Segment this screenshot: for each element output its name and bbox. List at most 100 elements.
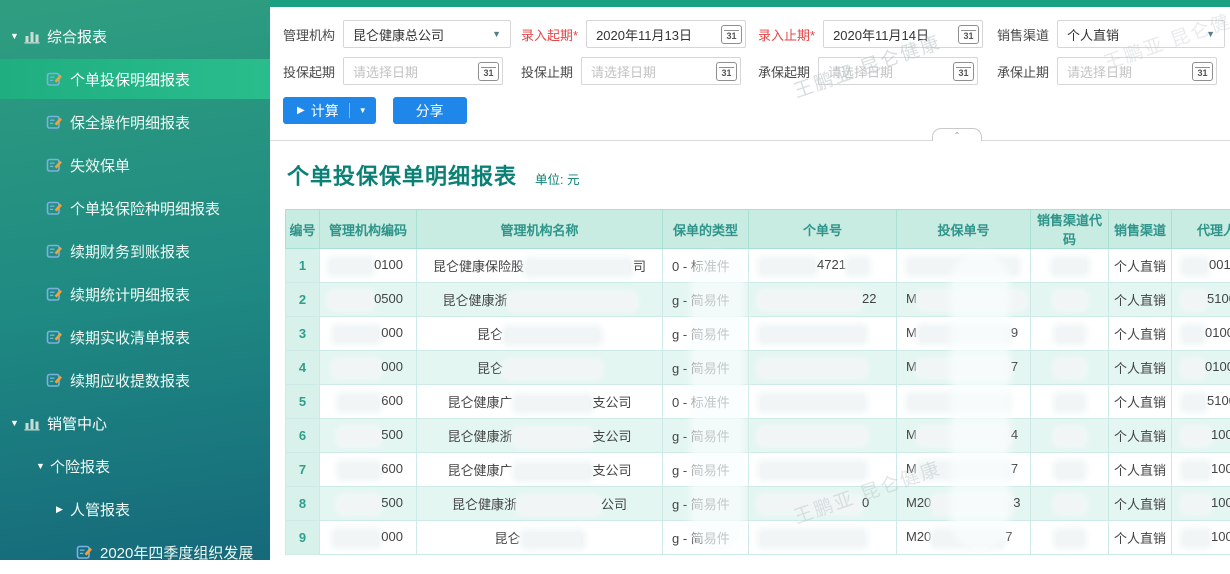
cell-agent: 0100 <box>1172 317 1230 351</box>
calendar-icon[interactable]: 31 <box>478 62 499 81</box>
sidebar-item[interactable]: 续期统计明细报表 <box>0 274 270 314</box>
sidebar-item-label: 失效保单 <box>70 155 130 176</box>
org-select[interactable]: 昆仑健康总公司 ▼ <box>343 20 511 48</box>
redacted-value <box>1183 429 1209 444</box>
table-row[interactable]: 5600昆仑健康广支公司0 - 标准件个人直销5100 <box>286 385 1230 419</box>
table-wrap: 编号管理机构编码管理机构名称保单的类型个单号投保单号销售渠道代码销售渠道代理人1… <box>285 209 1230 555</box>
calendar-icon[interactable]: 31 <box>716 62 737 81</box>
table-row[interactable]: 4000昆仑g - 简易件M7个人直销0100 <box>286 351 1230 385</box>
filter-label: 承保止期 <box>997 62 1049 81</box>
underwrite-start-date-input[interactable]: 请选择日期 31 <box>818 57 978 85</box>
redacted-value <box>919 327 1009 342</box>
toolbar: ▶ 计算 ▼ 分享 <box>283 97 1230 124</box>
redacted-value <box>760 327 865 342</box>
table-row[interactable]: 8500昆仑健康浙公司g - 简易件0M203个人直销100 <box>286 487 1230 521</box>
cell-app_no <box>897 385 1031 419</box>
unit-label: 单位: 元 <box>535 169 579 188</box>
cell-code: 000 <box>320 351 417 385</box>
redacted-value <box>760 531 865 546</box>
cell-agent: 5100 <box>1172 385 1230 419</box>
calendar-icon[interactable]: 31 <box>1192 62 1213 81</box>
column-header: 个单号 <box>749 210 897 249</box>
sidebar-item[interactable]: ▼个险报表 <box>0 446 270 486</box>
sidebar-item[interactable]: 失效保单 <box>0 145 270 185</box>
entry-start-date-input[interactable]: 2020年11月13日 31 <box>586 20 746 48</box>
filter-label: 管理机构 <box>283 25 335 44</box>
cell-code: 0100 <box>320 249 417 283</box>
calendar-icon[interactable]: 31 <box>958 25 979 44</box>
filter-label: 投保起期 <box>283 62 335 81</box>
chevron-down-icon[interactable]: ▼ <box>1197 29 1224 39</box>
filter-underwrite-end: 承保止期 请选择日期 31 <box>997 57 1230 85</box>
edit-icon <box>46 200 63 217</box>
table-row[interactable]: 20500昆仑健康浙g - 简易件22M个人直销5100 <box>286 283 1230 317</box>
cell-policy_no: 4721 <box>749 249 897 283</box>
calendar-icon[interactable]: 31 <box>721 25 742 44</box>
calculate-dropdown-caret[interactable]: ▼ <box>349 103 376 118</box>
column-header: 销售渠道 <box>1109 210 1172 249</box>
sidebar-item-label: 保全操作明细报表 <box>70 112 190 133</box>
redacted-value <box>1183 259 1207 274</box>
entry-end-date-input[interactable]: 2020年11月14日 31 <box>823 20 983 48</box>
table-row[interactable]: 7600昆仑健康广支公司g - 简易件M7个人直销100 <box>286 453 1230 487</box>
cell-policy_no <box>749 351 897 385</box>
cell-type: g - 简易件 <box>663 521 749 555</box>
cell-channel: 个人直销 <box>1109 521 1172 555</box>
sidebar-item-label: 续期统计明细报表 <box>70 284 190 305</box>
apply-start-date-input[interactable]: 请选择日期 31 <box>343 57 503 85</box>
apply-end-date-input[interactable]: 请选择日期 31 <box>581 57 741 85</box>
cell-type: g - 简易件 <box>663 487 749 521</box>
collapse-filters-toggle[interactable]: ⌃ <box>932 128 982 141</box>
row-number-cell: 8 <box>286 487 320 521</box>
sidebar-item[interactable]: 续期财务到账报表 <box>0 231 270 271</box>
redacted-value <box>919 463 1009 478</box>
cell-code: 0500 <box>320 283 417 317</box>
underwrite-end-date-input[interactable]: 请选择日期 31 <box>1057 57 1217 85</box>
sidebar-item[interactable]: 个单投保明细报表 <box>0 59 270 99</box>
sidebar-item[interactable]: 续期实收清单报表 <box>0 317 270 357</box>
cell-app_no: M <box>897 283 1031 317</box>
cell-channel_code <box>1031 453 1109 487</box>
cell-channel: 个人直销 <box>1109 249 1172 283</box>
cell-agent: 100 <box>1172 419 1230 453</box>
redacted-value <box>1056 361 1084 376</box>
filter-label: 投保止期 <box>521 62 573 81</box>
column-header: 管理机构编码 <box>320 210 417 249</box>
calendar-icon[interactable]: 31 <box>953 62 974 81</box>
channel-select[interactable]: 个人直销 ▼ <box>1057 20 1225 48</box>
cell-type: g - 简易件 <box>663 317 749 351</box>
chevron-down-icon[interactable]: ▼ <box>483 29 510 39</box>
table-row[interactable]: 3000昆仑g - 简易件M9个人直销0100 <box>286 317 1230 351</box>
sidebar-item[interactable]: ▼销管中心 <box>0 403 270 443</box>
cell-policy_no <box>749 453 897 487</box>
edit-icon <box>46 372 63 389</box>
cell-app_no: M7 <box>897 351 1031 385</box>
redacted-value <box>505 328 600 343</box>
calculate-button[interactable]: ▶ 计算 ▼ <box>283 97 376 124</box>
table-row[interactable]: 6500昆仑健康浙支公司g - 简易件M4个人直销100 <box>286 419 1230 453</box>
redacted-value <box>919 361 1009 376</box>
redacted-value <box>908 259 1018 274</box>
sidebar-item[interactable]: 续期应收提数报表 <box>0 360 270 400</box>
cell-name: 昆仑健康浙支公司 <box>417 419 663 453</box>
table-row[interactable]: 9000昆仑g - 简易件M207个人直销100 <box>286 521 1230 555</box>
cell-policy_no <box>749 385 897 419</box>
sidebar-item[interactable]: 2020年四季度组织发展 <box>0 532 270 560</box>
top-accent-bar <box>270 0 1230 7</box>
cell-channel_code <box>1031 487 1109 521</box>
redacted-value <box>1056 463 1084 478</box>
share-button[interactable]: 分享 <box>393 97 467 124</box>
table-row[interactable]: 10100昆仑健康保险股司0 - 标准件4721个人直销00100 <box>286 249 1230 283</box>
filter-underwrite-start: 承保起期 请选择日期 31 <box>758 57 997 85</box>
sidebar-item[interactable]: ▶人管报表 <box>0 489 270 529</box>
sidebar-item[interactable]: 个单投保险种明细报表 <box>0 188 270 228</box>
sidebar-item[interactable]: ▼综合报表 <box>0 16 270 56</box>
redacted-value <box>933 497 1011 512</box>
redacted-value <box>919 429 1009 444</box>
report-table: 编号管理机构编码管理机构名称保单的类型个单号投保单号销售渠道代码销售渠道代理人1… <box>285 209 1230 555</box>
cell-name: 昆仑健康广支公司 <box>417 385 663 419</box>
row-number-cell: 6 <box>286 419 320 453</box>
cell-code: 500 <box>320 419 417 453</box>
sidebar-item[interactable]: 保全操作明细报表 <box>0 102 270 142</box>
filter-entry-end: 录入止期* 2020年11月14日 31 <box>758 20 997 48</box>
